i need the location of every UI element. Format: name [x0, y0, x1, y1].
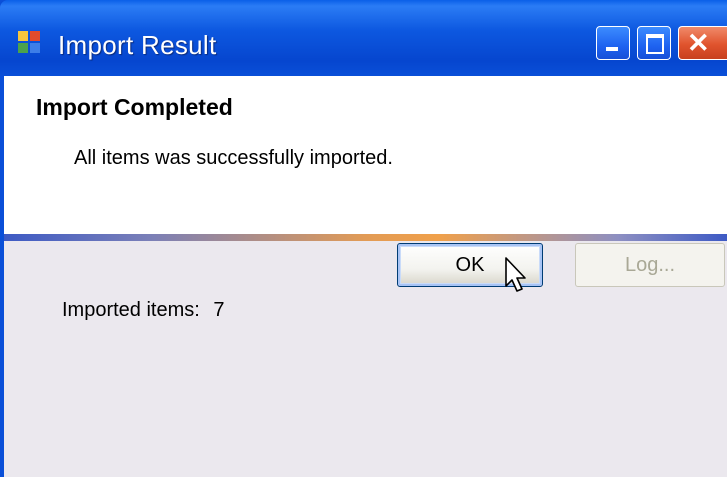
log-button[interactable]: Log...: [575, 243, 725, 287]
imported-items-label: Imported items:: [62, 299, 200, 321]
window-title: Import Result: [58, 30, 217, 60]
title-bar[interactable]: Import Result ✕: [0, 0, 727, 76]
close-icon: ✕: [687, 28, 710, 58]
imported-items-row: Imported items: 7: [62, 299, 225, 322]
dialog-client-area: Import Completed All items was successfu…: [4, 76, 727, 477]
header-separator: [4, 234, 727, 241]
maximize-button[interactable]: [637, 26, 671, 60]
status-message: All items was successfully imported.: [74, 147, 393, 169]
imported-items-count: 7: [213, 299, 225, 321]
header-panel: Import Completed All items was successfu…: [4, 76, 727, 234]
app-window-icon: [18, 31, 40, 53]
minimize-icon: [606, 47, 618, 51]
mouse-cursor-icon: [505, 257, 526, 292]
dialog-window: Import Result ✕ Import Completed All ite…: [0, 0, 727, 477]
minimize-button[interactable]: [596, 26, 630, 60]
close-button[interactable]: ✕: [678, 26, 727, 60]
maximize-icon: [646, 34, 664, 54]
page-title: Import Completed: [36, 94, 233, 120]
